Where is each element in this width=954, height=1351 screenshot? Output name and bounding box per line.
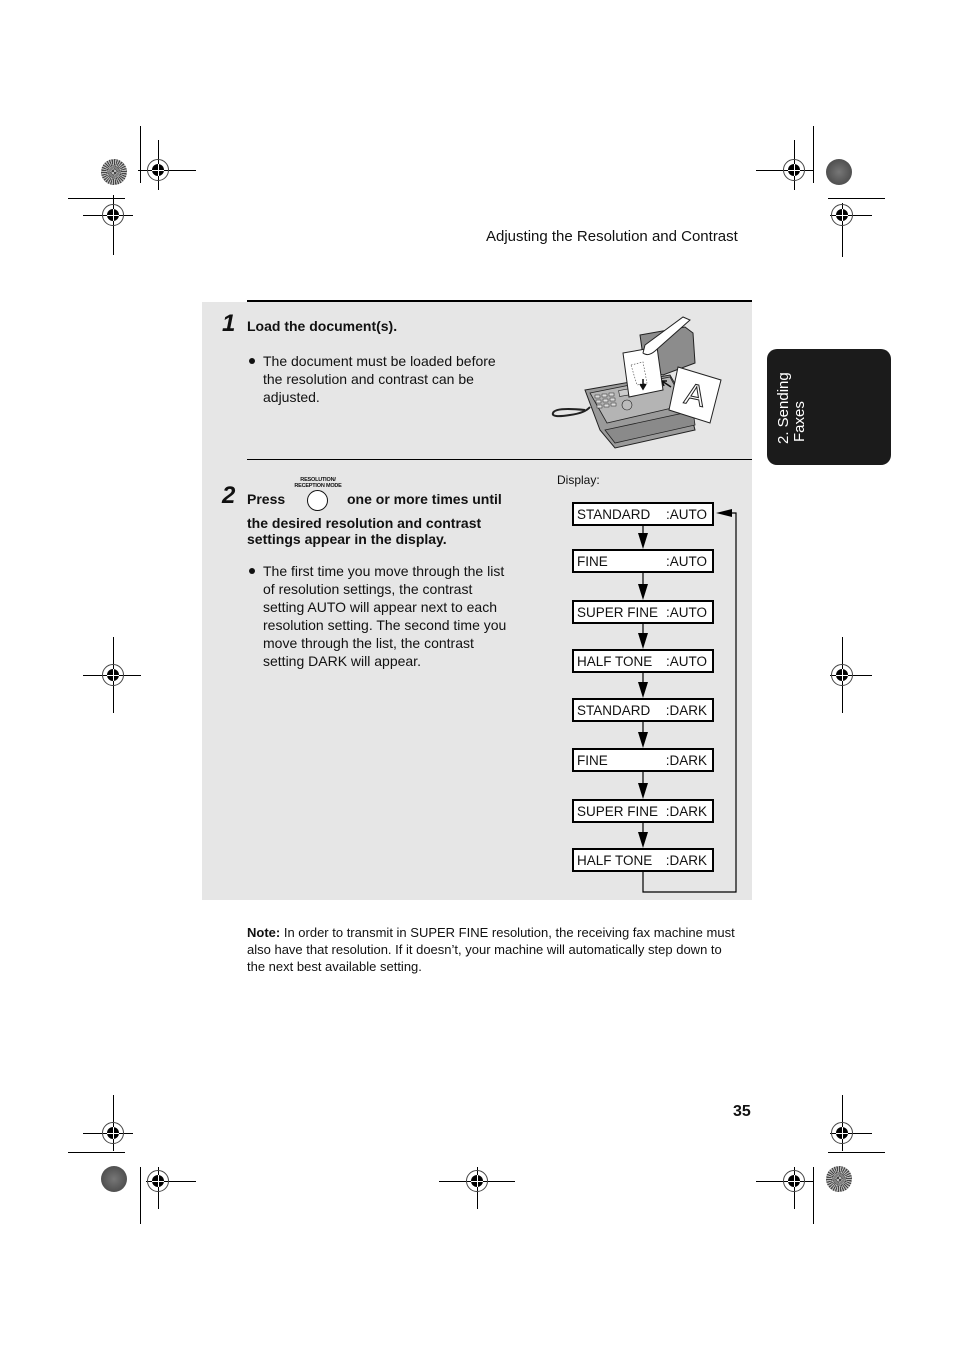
page-number: 35 [733, 1103, 751, 1120]
down-arrow-icon [638, 633, 648, 649]
loop-back-connector [642, 512, 737, 893]
down-arrow-icon [638, 783, 648, 799]
down-arrow-icon [638, 682, 648, 698]
down-arrow-icon [638, 584, 648, 600]
down-arrow-icon [638, 732, 648, 748]
display-flow-arrows [638, 509, 737, 893]
note-label: Note: [247, 925, 281, 940]
down-arrow-icon [638, 533, 648, 549]
down-arrow-icon [638, 832, 648, 848]
left-arrow-icon [716, 509, 732, 517]
note-text: In order to transmit in SUPER FINE resol… [247, 925, 735, 974]
note-paragraph: Note: In order to transmit in SUPER FINE… [247, 924, 737, 975]
